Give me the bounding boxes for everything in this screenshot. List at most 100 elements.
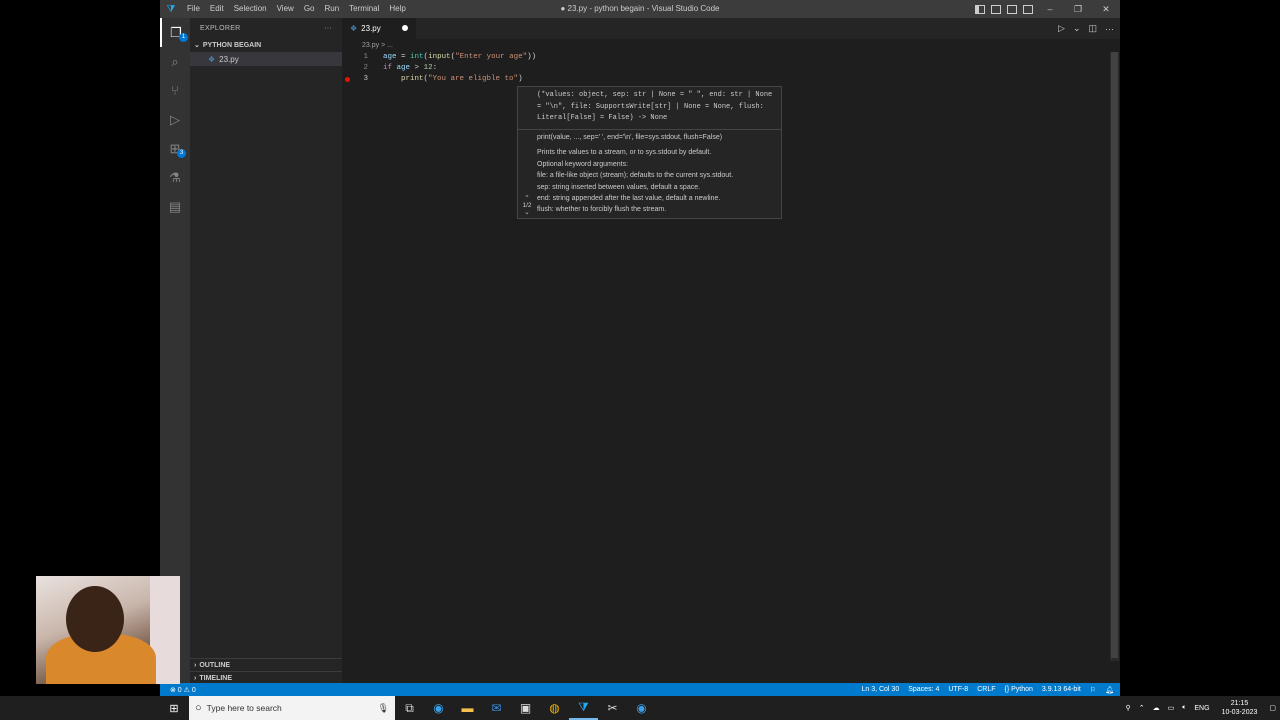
scrollbar-thumb[interactable] bbox=[1111, 52, 1118, 658]
hover-doc-line: file: a file-like object (stream); defau… bbox=[537, 172, 734, 180]
python-interpreter[interactable]: 3.9.13 64-bit bbox=[1042, 686, 1081, 693]
more-actions-icon[interactable]: ··· bbox=[1105, 24, 1114, 34]
remote-explorer-icon[interactable]: ▤ bbox=[160, 192, 190, 221]
snipping-tool-icon[interactable]: ✂ bbox=[598, 701, 627, 715]
vscode-taskbar-icon[interactable]: ⧩ bbox=[569, 696, 598, 720]
code-token: age bbox=[396, 64, 411, 72]
folder-label: PYTHON BEGAIN bbox=[202, 41, 262, 49]
breadcrumb[interactable]: 23.py > ... bbox=[342, 39, 1120, 52]
problems-indicator[interactable]: ⊗ 0 ⚠ 0 bbox=[170, 686, 196, 694]
code-token: "You are eligble to" bbox=[428, 75, 519, 83]
search-icon[interactable]: ⌕ bbox=[160, 47, 190, 76]
code-token: age bbox=[383, 53, 397, 61]
windows-start-icon[interactable]: ⊞ bbox=[163, 702, 185, 715]
menu-edit[interactable]: Edit bbox=[205, 0, 229, 18]
vscode-window: ⧩ File Edit Selection View Go Run Termin… bbox=[160, 0, 1120, 696]
menu-go[interactable]: Go bbox=[299, 0, 320, 18]
notification-center-icon[interactable]: ▢ bbox=[1269, 704, 1276, 712]
minimize-button[interactable]: – bbox=[1036, 0, 1064, 18]
chevron-down-icon[interactable]: ⌄ bbox=[1073, 23, 1081, 34]
mail-icon[interactable]: ✉ bbox=[482, 701, 511, 715]
chevron-down-icon[interactable]: ⌄ bbox=[519, 209, 535, 216]
menu-run[interactable]: Run bbox=[319, 0, 344, 18]
hover-divider bbox=[518, 129, 781, 130]
clock-date: 10-03-2023 bbox=[1221, 709, 1258, 716]
chevron-up-icon[interactable]: ⌃ bbox=[519, 195, 535, 202]
hover-pager: ⌃ 1/2 ⌄ bbox=[519, 195, 535, 216]
source-control-icon[interactable]: ⑂ bbox=[160, 76, 190, 105]
chevron-down-icon: ⌄ bbox=[194, 42, 200, 49]
outline-section[interactable]: › OUTLINE bbox=[190, 658, 342, 671]
end-of-line[interactable]: CRLF bbox=[977, 686, 995, 693]
unsaved-dot-icon[interactable] bbox=[402, 25, 408, 31]
code-line[interactable]: 2 if age > 12: bbox=[342, 63, 1090, 74]
clock-time: 21:15 bbox=[1230, 700, 1249, 707]
code-line[interactable]: 1 age = int(input("Enter your age")) bbox=[342, 52, 1090, 63]
notifications-icon[interactable]: 🔔︎ bbox=[1105, 686, 1114, 694]
toggle-secondary-sidebar-icon[interactable] bbox=[1007, 4, 1017, 14]
more-actions-button[interactable]: ··· bbox=[324, 25, 332, 32]
customize-layout-icon[interactable] bbox=[1023, 4, 1033, 14]
toggle-panel-icon[interactable] bbox=[991, 4, 1001, 14]
editor-tabs: ❖ 23.py ▷ ⌄ ◫ ··· bbox=[342, 18, 1120, 39]
menu-view[interactable]: View bbox=[272, 0, 299, 18]
network-icon[interactable]: ▭ bbox=[1168, 704, 1175, 712]
explorer-icon[interactable]: ❐ 1 bbox=[160, 18, 190, 47]
menu-terminal[interactable]: Terminal bbox=[344, 0, 384, 18]
tab-23py[interactable]: ❖ 23.py bbox=[342, 18, 416, 39]
code-token: if bbox=[383, 64, 393, 72]
close-button[interactable]: ✕ bbox=[1092, 0, 1120, 18]
toggle-primary-sidebar-icon[interactable] bbox=[975, 4, 985, 14]
chrome-icon[interactable]: ◍ bbox=[540, 701, 569, 715]
feedback-icon[interactable]: ⚐ bbox=[1090, 686, 1096, 694]
encoding[interactable]: UTF-8 bbox=[948, 686, 968, 693]
outline-label: OUTLINE bbox=[199, 661, 231, 669]
code-token: ) bbox=[518, 75, 523, 83]
run-debug-icon[interactable]: ▷ bbox=[160, 105, 190, 134]
store-icon[interactable]: ▣ bbox=[511, 701, 540, 715]
people-icon[interactable]: ⚲ bbox=[1126, 704, 1131, 712]
code-token: int bbox=[410, 53, 424, 61]
edge-dev-icon[interactable]: ◉ bbox=[627, 701, 656, 715]
clock[interactable]: 21:15 10-03-2023 bbox=[1222, 699, 1258, 717]
hover-doc-line: end: string appended after the last valu… bbox=[537, 195, 721, 203]
tab-label: 23.py bbox=[361, 24, 381, 33]
hover-documentation: print(value, ..., sep=' ', end='\n', fil… bbox=[537, 132, 781, 216]
editor-scrollbar[interactable] bbox=[1110, 52, 1119, 661]
volume-icon[interactable]: 🔈︎ bbox=[1182, 704, 1186, 712]
chevron-up-icon[interactable]: ⌃ bbox=[1139, 704, 1145, 712]
explorer-sidebar: EXPLORER ··· ⌄ PYTHON BEGAIN ❖ 23.py › O… bbox=[190, 18, 342, 683]
cursor-position[interactable]: Ln 3, Col 30 bbox=[861, 686, 899, 693]
taskbar-search[interactable]: ○ Type here to search 🎙︎ bbox=[189, 696, 395, 720]
editor-actions: ▷ ⌄ ◫ ··· bbox=[1050, 18, 1114, 39]
language-indicator[interactable]: ENG bbox=[1194, 705, 1209, 712]
testing-icon[interactable]: ⚗ bbox=[160, 163, 190, 192]
sidebar-title: EXPLORER bbox=[200, 24, 241, 32]
cloud-icon[interactable]: ☁ bbox=[1153, 704, 1160, 712]
restore-button[interactable]: ❐ bbox=[1064, 0, 1092, 18]
code-token: )) bbox=[527, 53, 537, 61]
extensions-icon[interactable]: ⊞ 3 bbox=[160, 134, 190, 163]
code-text: age = int(input("Enter your age")) bbox=[383, 52, 536, 63]
file-item-23py[interactable]: ❖ 23.py bbox=[190, 52, 342, 66]
search-icon: ○ bbox=[195, 702, 202, 714]
microphone-icon[interactable]: 🎙︎ bbox=[378, 703, 389, 714]
hover-doc-line: Prints the values to a stream, or to sys… bbox=[537, 149, 712, 157]
menu-selection[interactable]: Selection bbox=[229, 0, 272, 18]
task-view-icon[interactable]: ⧉ bbox=[395, 701, 424, 716]
status-bar: ⊗ 0 ⚠ 0 Ln 3, Col 30 Spaces: 4 UTF-8 CRL… bbox=[160, 683, 1120, 696]
menu-file[interactable]: File bbox=[182, 0, 205, 18]
edge-icon[interactable]: ◉ bbox=[424, 701, 453, 715]
file-explorer-icon[interactable]: ▬ bbox=[453, 701, 482, 715]
code-text: if age > 12: bbox=[383, 63, 437, 74]
folder-python-begain[interactable]: ⌄ PYTHON BEGAIN bbox=[190, 38, 342, 52]
code-token: > bbox=[410, 64, 424, 72]
code-line[interactable]: 3 print("You are eligble to") bbox=[342, 74, 1090, 85]
run-python-file-icon[interactable]: ▷ bbox=[1058, 23, 1065, 34]
language-mode[interactable]: {} Python bbox=[1004, 686, 1032, 693]
hover-summary: print(value, ..., sep=' ', end='\n', fil… bbox=[537, 134, 723, 141]
indentation[interactable]: Spaces: 4 bbox=[908, 686, 939, 693]
menu-help[interactable]: Help bbox=[384, 0, 410, 18]
split-editor-icon[interactable]: ◫ bbox=[1088, 23, 1097, 34]
